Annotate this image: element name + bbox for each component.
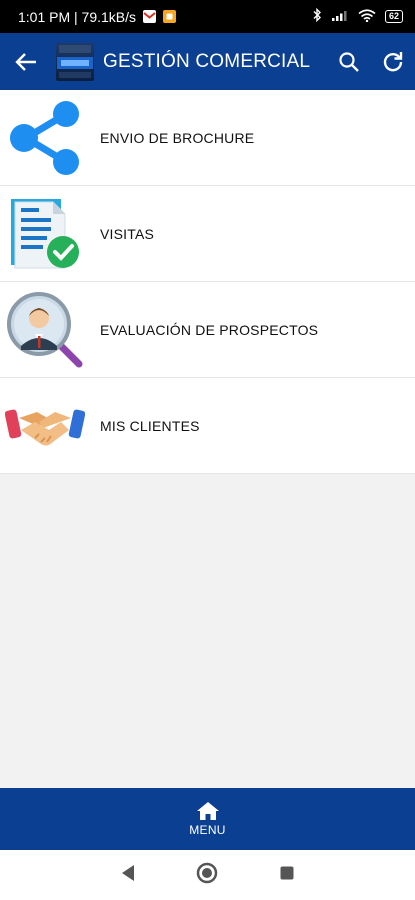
- home-icon: [196, 802, 219, 820]
- status-time-speed: 1:01 PM | 79.1kB/s: [18, 8, 137, 25]
- refresh-button[interactable]: [371, 33, 415, 90]
- list-item-label: VISITAS: [100, 225, 155, 242]
- battery-icon: 62: [384, 10, 403, 23]
- list-item-evaluacion-prospectos[interactable]: EVALUACIÓN DE PROSPECTOS: [0, 282, 415, 378]
- signal-icon: [331, 9, 349, 25]
- person-magnifier-icon: [0, 282, 90, 378]
- recents-square-icon[interactable]: [279, 865, 295, 886]
- gmail-icon: [143, 10, 157, 23]
- search-icon: [339, 51, 359, 72]
- share-icon: [0, 90, 90, 186]
- back-button[interactable]: [0, 33, 52, 90]
- search-button[interactable]: [327, 33, 371, 90]
- app-logo: [56, 42, 94, 81]
- list-item-label: EVALUACIÓN DE PROSPECTOS: [100, 321, 319, 338]
- handshake-icon: [0, 378, 90, 474]
- home-circle-icon[interactable]: [196, 862, 218, 889]
- wifi-icon: [358, 8, 376, 25]
- bluetooth-icon: [312, 7, 322, 25]
- page-title: GESTIÓN COMERCIAL: [103, 50, 311, 72]
- list-item-mis-clientes[interactable]: MIS CLIENTES: [0, 378, 415, 474]
- list-item-envio-brochure[interactable]: ENVIO DE BROCHURE: [0, 90, 415, 186]
- notification-app-icon: [163, 10, 177, 23]
- list-item-label: MIS CLIENTES: [100, 417, 200, 434]
- list-item-visitas[interactable]: VISITAS: [0, 186, 415, 282]
- status-bar: 1:01 PM | 79.1kB/s 62: [0, 0, 415, 33]
- back-arrow-icon: [15, 52, 36, 71]
- bottom-nav-menu[interactable]: MENU: [0, 788, 415, 850]
- document-check-icon: [0, 186, 90, 282]
- app-bar: GESTIÓN COMERCIAL: [0, 33, 415, 90]
- refresh-icon: [383, 51, 403, 71]
- menu-label: MENU: [189, 823, 226, 837]
- menu-list: ENVIO DE BROCHURE VISITAS EVALUACIÓN DE …: [0, 90, 415, 474]
- back-triangle-icon[interactable]: [120, 864, 136, 887]
- system-nav-bar: [0, 850, 415, 900]
- list-item-label: ENVIO DE BROCHURE: [100, 129, 255, 146]
